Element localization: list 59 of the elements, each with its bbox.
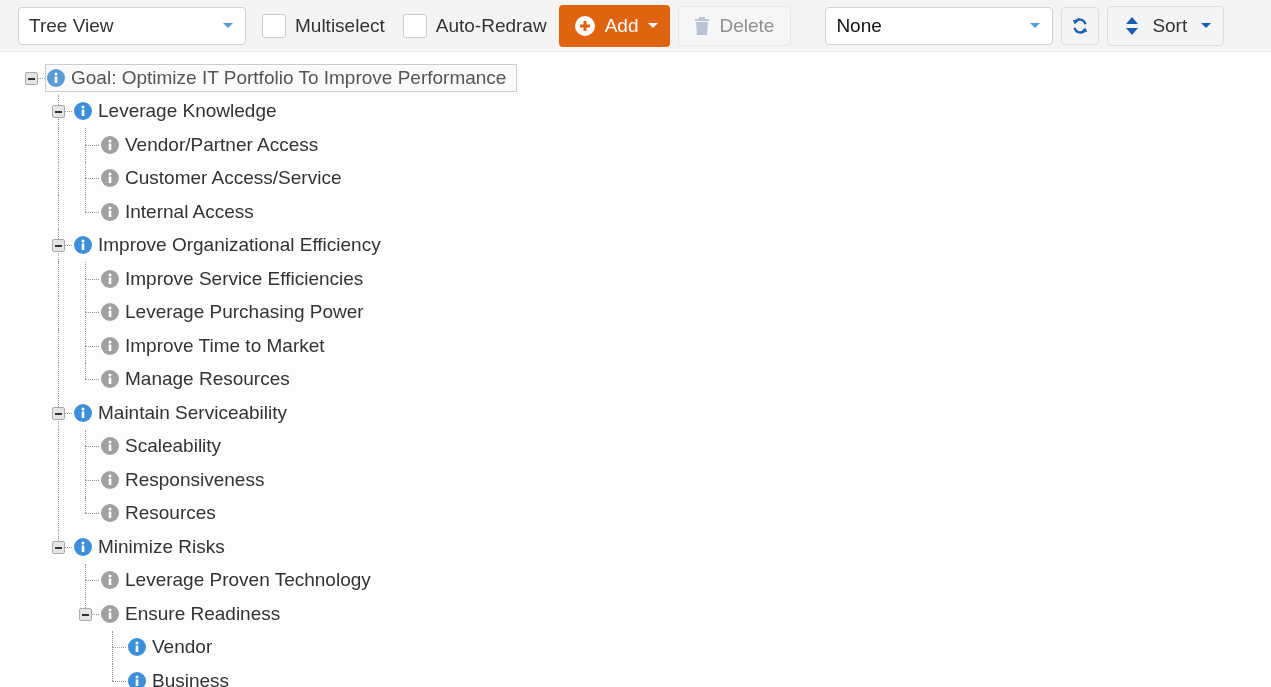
tree-node[interactable]: Manage Resources — [99, 365, 301, 394]
collapse-toggle[interactable] — [52, 105, 65, 119]
sort-icon — [1126, 16, 1139, 35]
filter-select[interactable]: None — [825, 6, 1054, 45]
node-label: Maintain Serviceability — [98, 401, 288, 424]
tree-node[interactable]: Responsiveness — [99, 465, 276, 494]
refresh-icon — [1071, 16, 1090, 35]
tree-node[interactable]: Goal: Optimize IT Portfolio To Improve Performance — [45, 63, 518, 92]
node-label: Vendor — [152, 636, 213, 659]
node-label: Goal: Optimize IT Portfolio To Improve Performance — [71, 66, 507, 89]
tree-node[interactable]: Improve Organizational Efficiency — [72, 231, 392, 260]
tree-node[interactable]: Improve Service Efficiencies — [99, 264, 375, 293]
plus-icon — [574, 15, 595, 36]
checkbox[interactable] — [402, 13, 427, 38]
tree-node[interactable]: Internal Access — [99, 197, 265, 226]
tree-node[interactable]: Leverage Knowledge — [72, 97, 288, 126]
node-label: Business — [152, 669, 230, 687]
node-label: Improve Service Efficiencies — [125, 267, 364, 290]
tree-node[interactable]: Customer Access/Service — [99, 164, 353, 193]
node-label: Leverage Knowledge — [98, 100, 277, 123]
node-label: Leverage Purchasing Power — [125, 301, 364, 324]
node-label: Improve Time to Market — [125, 334, 325, 357]
tree-node[interactable]: Business — [126, 666, 241, 687]
sort-button[interactable]: Sort — [1107, 5, 1225, 46]
checkbox-label[interactable]: Multiselect — [262, 13, 385, 38]
refresh-button[interactable] — [1061, 6, 1100, 45]
caret-icon — [1030, 23, 1041, 28]
tree-node[interactable]: Ensure Readiness — [99, 599, 292, 628]
trash-icon — [695, 16, 710, 35]
node-label: Internal Access — [125, 200, 254, 223]
collapse-toggle[interactable] — [52, 540, 65, 554]
caret-icon — [223, 23, 233, 28]
tree-node[interactable]: Vendor — [126, 633, 224, 662]
tree-node[interactable]: Scaleability — [99, 432, 233, 461]
node-label: Minimize Risks — [98, 535, 225, 558]
view-select[interactable]: Tree View — [18, 6, 246, 45]
node-label: Improve Organizational Efficiency — [98, 234, 381, 257]
collapse-toggle[interactable] — [25, 71, 38, 85]
tree-node[interactable]: Minimize Risks — [72, 532, 236, 561]
tree-node[interactable]: Vendor/Partner Access — [99, 130, 330, 159]
tree-node[interactable]: Maintain Serviceability — [72, 398, 299, 427]
node-label: Manage Resources — [125, 368, 290, 391]
node-label: Leverage Proven Technology — [125, 569, 371, 592]
node-label: Resources — [125, 502, 216, 525]
collapse-toggle[interactable] — [79, 607, 92, 621]
checkbox-label[interactable]: Auto-Redraw — [402, 13, 547, 38]
node-label: Vendor/Partner Access — [125, 133, 319, 156]
tree-node[interactable]: Leverage Purchasing Power — [99, 298, 375, 327]
collapse-toggle[interactable] — [52, 406, 65, 420]
tree-node[interactable]: Resources — [99, 499, 227, 528]
collapse-toggle[interactable] — [52, 239, 65, 253]
node-label: Customer Access/Service — [125, 167, 342, 190]
add-button[interactable]: Add — [558, 4, 671, 47]
checkbox[interactable] — [262, 13, 286, 38]
node-label: Ensure Readiness — [125, 602, 281, 625]
node-label: Scaleability — [125, 435, 222, 458]
tree-node[interactable]: Leverage Proven Technology — [99, 566, 382, 595]
tree-node[interactable]: Improve Time to Market — [99, 331, 336, 360]
node-label: Responsiveness — [125, 468, 265, 491]
